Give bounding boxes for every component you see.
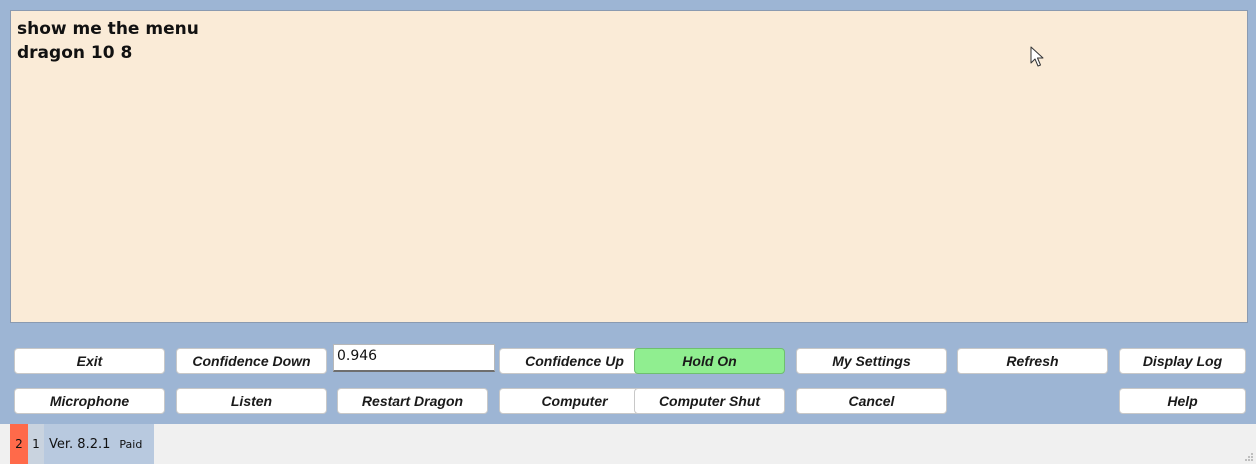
mouse-pointer-icon bbox=[1030, 46, 1044, 67]
exit-button[interactable]: Exit bbox=[14, 348, 165, 374]
resize-grip-icon[interactable] bbox=[1244, 452, 1254, 462]
recognition-log[interactable]: show me the menu dragon 10 8 bbox=[10, 10, 1248, 323]
display-log-button[interactable]: Display Log bbox=[1119, 348, 1246, 374]
confidence-up-button[interactable]: Confidence Up bbox=[499, 348, 650, 374]
status-segment-gray: 1 bbox=[28, 424, 44, 464]
cancel-button[interactable]: Cancel bbox=[796, 388, 947, 414]
help-button[interactable]: Help bbox=[1119, 388, 1246, 414]
refresh-button[interactable]: Refresh bbox=[957, 348, 1108, 374]
restart-dragon-button[interactable]: Restart Dragon bbox=[337, 388, 488, 414]
my-settings-button[interactable]: My Settings bbox=[796, 348, 947, 374]
version-segment: Ver. 8.2.1 Paid bbox=[44, 424, 154, 464]
version-label: Ver. 8.2.1 bbox=[49, 436, 111, 452]
license-label: Paid bbox=[119, 437, 143, 451]
status-segment-red: 2 bbox=[10, 424, 28, 464]
hold-on-button[interactable]: Hold On bbox=[634, 348, 785, 374]
log-line: show me the menu bbox=[17, 19, 199, 39]
log-line: dragon 10 8 bbox=[17, 43, 133, 63]
computer-button[interactable]: Computer bbox=[499, 388, 650, 414]
microphone-button[interactable]: Microphone bbox=[14, 388, 165, 414]
listen-button[interactable]: Listen bbox=[176, 388, 327, 414]
status-bar: 2 1 Ver. 8.2.1 Paid bbox=[0, 424, 1256, 464]
computer-shut-button[interactable]: Computer Shut bbox=[634, 388, 785, 414]
confidence-value-input[interactable] bbox=[333, 344, 495, 372]
confidence-down-button[interactable]: Confidence Down bbox=[176, 348, 327, 374]
